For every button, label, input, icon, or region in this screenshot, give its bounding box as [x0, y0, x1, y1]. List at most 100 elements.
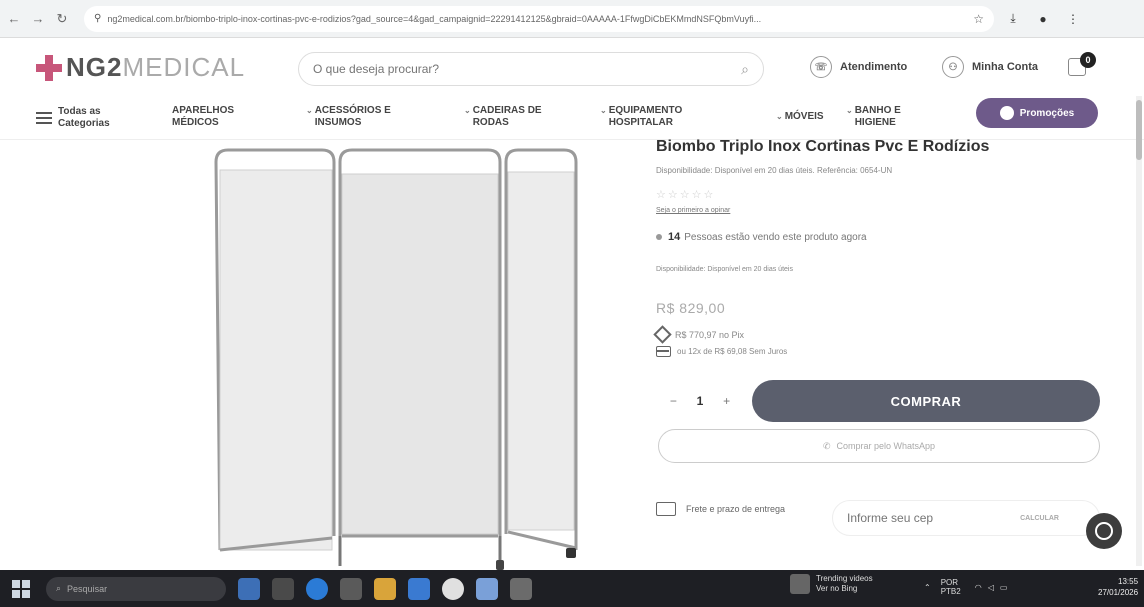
language-indicator[interactable]: POR PTB2 [941, 578, 965, 596]
viewers-indicator: 14 Pessoas estão vendo este produto agor… [656, 231, 867, 243]
chevron-up-icon[interactable]: ⌃ [924, 583, 931, 592]
search-input[interactable] [313, 62, 742, 76]
hamburger-icon [36, 112, 52, 124]
battery-icon[interactable]: ▭ [1000, 583, 1008, 592]
whatsapp-buy-label: Comprar pelo WhatsApp [836, 441, 936, 451]
extension-icon[interactable]: ● [1032, 8, 1054, 30]
wifi-icon[interactable]: ◠ [975, 583, 982, 592]
viewers-count: 14 [668, 231, 681, 243]
page-scrollbar[interactable] [1136, 96, 1142, 566]
shipping-label: Frete e prazo de entrega [686, 503, 786, 514]
chevron-down-icon: ⌄ [776, 112, 783, 121]
quantity-value[interactable]: 1 [697, 394, 704, 408]
nav-item-label: CADEIRAS DE RODAS [472, 105, 542, 128]
news-icon [790, 574, 810, 594]
news-subtitle: Ver no Bing [816, 584, 858, 593]
whatsapp-icon: ✆ [822, 440, 831, 451]
logo-text-bold: NG2 [66, 52, 123, 82]
search-icon[interactable]: ⌕ [741, 61, 749, 78]
chevron-down-icon: ⌄ [306, 106, 313, 115]
logo-cross-icon [36, 54, 62, 81]
availability-secondary: Disponibilidade: Disponível em 20 dias ú… [656, 266, 793, 273]
site-header: NG2MEDICAL ⌕ ☏ Atendimento ⚇ Minha Conta… [0, 38, 1144, 96]
logo-text-light: MEDICAL [122, 52, 246, 82]
headset-icon: ☏ [810, 56, 832, 78]
search-box: ⌕ [298, 52, 764, 86]
app-icon[interactable] [340, 577, 362, 600]
product-image[interactable] [206, 140, 586, 572]
account-link[interactable]: ⚇ Minha Conta [942, 56, 1038, 78]
all-categories-menu[interactable]: Todas as Categorias [36, 106, 128, 130]
site-info-icon[interactable]: ⚲ [94, 13, 101, 24]
taskbar: ⌕ Pesquisar Trending videos Ver no Bing ⌃… [0, 570, 1144, 607]
file-explorer-icon[interactable] [374, 577, 396, 600]
nav-item-label: MÓVEIS [784, 111, 824, 122]
browser-menu-icon[interactable]: ⋮ [1062, 8, 1084, 30]
nav-item-acessorios[interactable]: ⌄ ACESSÓRIOS E INSUMOS [306, 105, 426, 129]
store-icon[interactable] [408, 577, 430, 600]
buy-button[interactable]: COMPRAR [752, 380, 1100, 422]
live-dot-icon [656, 234, 662, 240]
url-text[interactable]: ng2medical.com.br/biombo-triplo-inox-cor… [107, 14, 967, 24]
address-bar[interactable]: ⚲ ng2medical.com.br/biombo-triplo-inox-c… [84, 5, 994, 32]
promotions-button[interactable]: Promoções [976, 98, 1098, 128]
nav-item-moveis[interactable]: ⌄ MÓVEIS [776, 111, 846, 123]
chevron-down-icon: ⌄ [600, 106, 607, 115]
nav-item-label: BANHO E HIGIENE [854, 105, 901, 128]
chrome-icon[interactable] [442, 577, 464, 600]
system-tray[interactable]: ⌃ POR PTB2 ◠ ◁ ▭ [924, 578, 1007, 596]
pix-price: R$ 770,97 no Pix [653, 325, 745, 344]
volume-icon[interactable]: ◁ [988, 583, 994, 592]
search-icon: ⌕ [56, 583, 62, 593]
product-price: R$ 829,00 [656, 300, 726, 316]
windows-start-icon[interactable] [12, 579, 30, 598]
calculate-button[interactable]: CALCULAR [1020, 515, 1059, 522]
all-categories-label: Todas as Categorias [58, 106, 110, 129]
clock-time: 13:55 [1118, 577, 1139, 586]
nav-item-label: APARELHOS MÉDICOS [172, 105, 235, 128]
scroll-thumb[interactable] [1136, 100, 1142, 160]
pix-price-label: R$ 770,97 no Pix [675, 329, 745, 340]
installments-label: ou 12x de R$ 69,08 Sem Juros [677, 347, 788, 356]
user-icon: ⚇ [942, 56, 964, 78]
chevron-down-icon: ⌄ [846, 106, 853, 115]
taskbar-search-label: Pesquisar [67, 583, 108, 594]
decrement-button[interactable]: − [670, 394, 677, 408]
back-icon[interactable]: ← [4, 9, 24, 29]
whatsapp-float-button[interactable] [1086, 513, 1122, 549]
download-icon[interactable]: ⤓ [1002, 8, 1024, 30]
bookmark-star-icon[interactable]: ☆ [973, 12, 984, 26]
app-icon[interactable] [476, 577, 498, 600]
rating-stars[interactable]: ☆☆☆☆☆ [656, 188, 715, 201]
taskbar-search[interactable]: ⌕ Pesquisar [46, 576, 226, 601]
site-logo[interactable]: NG2MEDICAL [36, 52, 245, 83]
reload-icon[interactable]: ↻ [52, 9, 72, 29]
installments: ou 12x de R$ 69,08 Sem Juros [656, 346, 787, 357]
review-link[interactable]: Seja o primeiro a opinar [656, 207, 730, 214]
task-view-icon[interactable] [238, 577, 260, 600]
app-icon[interactable] [272, 577, 294, 600]
cep-input[interactable] [847, 511, 1021, 525]
edge-icon[interactable] [306, 577, 328, 600]
nav-item-banho[interactable]: ⌄ BANHO E HIGIENE [846, 105, 946, 129]
forward-icon[interactable]: → [28, 9, 48, 29]
atendimento-link[interactable]: ☏ Atendimento [810, 56, 907, 78]
atendimento-label: Atendimento [840, 61, 908, 73]
cart-button[interactable]: 0 [1068, 52, 1096, 80]
nav-item-cadeiras[interactable]: ⌄ CADEIRAS DE RODAS [464, 105, 574, 129]
cep-field: CALCULAR [832, 500, 1100, 536]
nav-item-equipamento[interactable]: ⌄ EQUIPAMENTO HOSPITALAR [600, 105, 720, 129]
increment-button[interactable]: + [723, 394, 730, 408]
promo-icon [999, 106, 1014, 120]
cart-count-badge: 0 [1080, 52, 1096, 68]
browser-toolbar: ← → ↻ ⚲ ng2medical.com.br/biombo-triplo-… [0, 0, 1144, 38]
widgets-news[interactable]: Trending videos Ver no Bing [790, 574, 873, 594]
clock[interactable]: 13:55 27/01/2026 [1098, 576, 1138, 598]
chevron-down-icon: ⌄ [464, 106, 471, 115]
nav-item-aparelhos[interactable]: APARELHOS MÉDICOS [172, 105, 262, 129]
viewers-text: Pessoas estão vendo este produto agora [684, 231, 867, 243]
app-icon[interactable] [510, 577, 532, 600]
availability-text: Disponibilidade: Disponível em 20 dias ú… [656, 166, 893, 175]
product-title: Biombo Triplo Inox Cortinas Pvc E Rodízi… [656, 138, 990, 155]
whatsapp-buy-button[interactable]: ✆ Comprar pelo WhatsApp [658, 429, 1100, 463]
